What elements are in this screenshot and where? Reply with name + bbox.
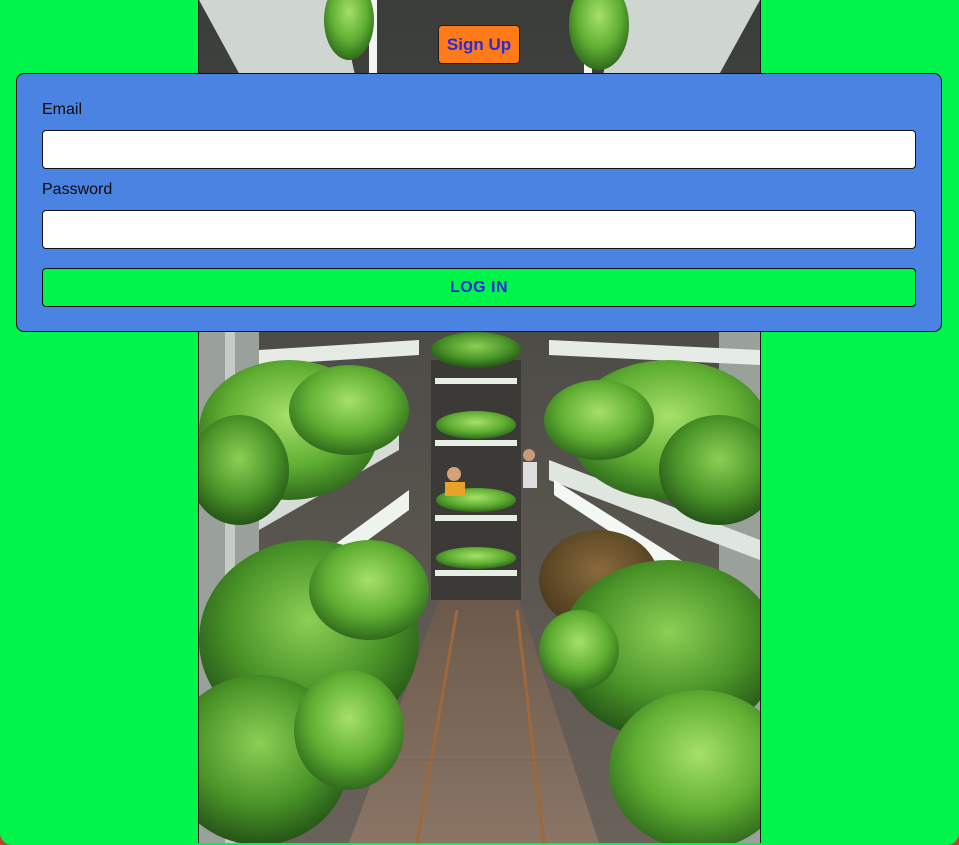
password-label: Password: [42, 181, 113, 198]
password-field[interactable]: [42, 210, 916, 249]
email-label: Email: [42, 101, 83, 118]
page-background: Sign Up Email Password LOG IN: [0, 0, 959, 845]
sign-up-button[interactable]: Sign Up: [438, 25, 520, 64]
log-in-button[interactable]: LOG IN: [42, 268, 916, 307]
email-field[interactable]: [42, 130, 916, 169]
login-form: Email Password LOG IN: [16, 73, 942, 332]
